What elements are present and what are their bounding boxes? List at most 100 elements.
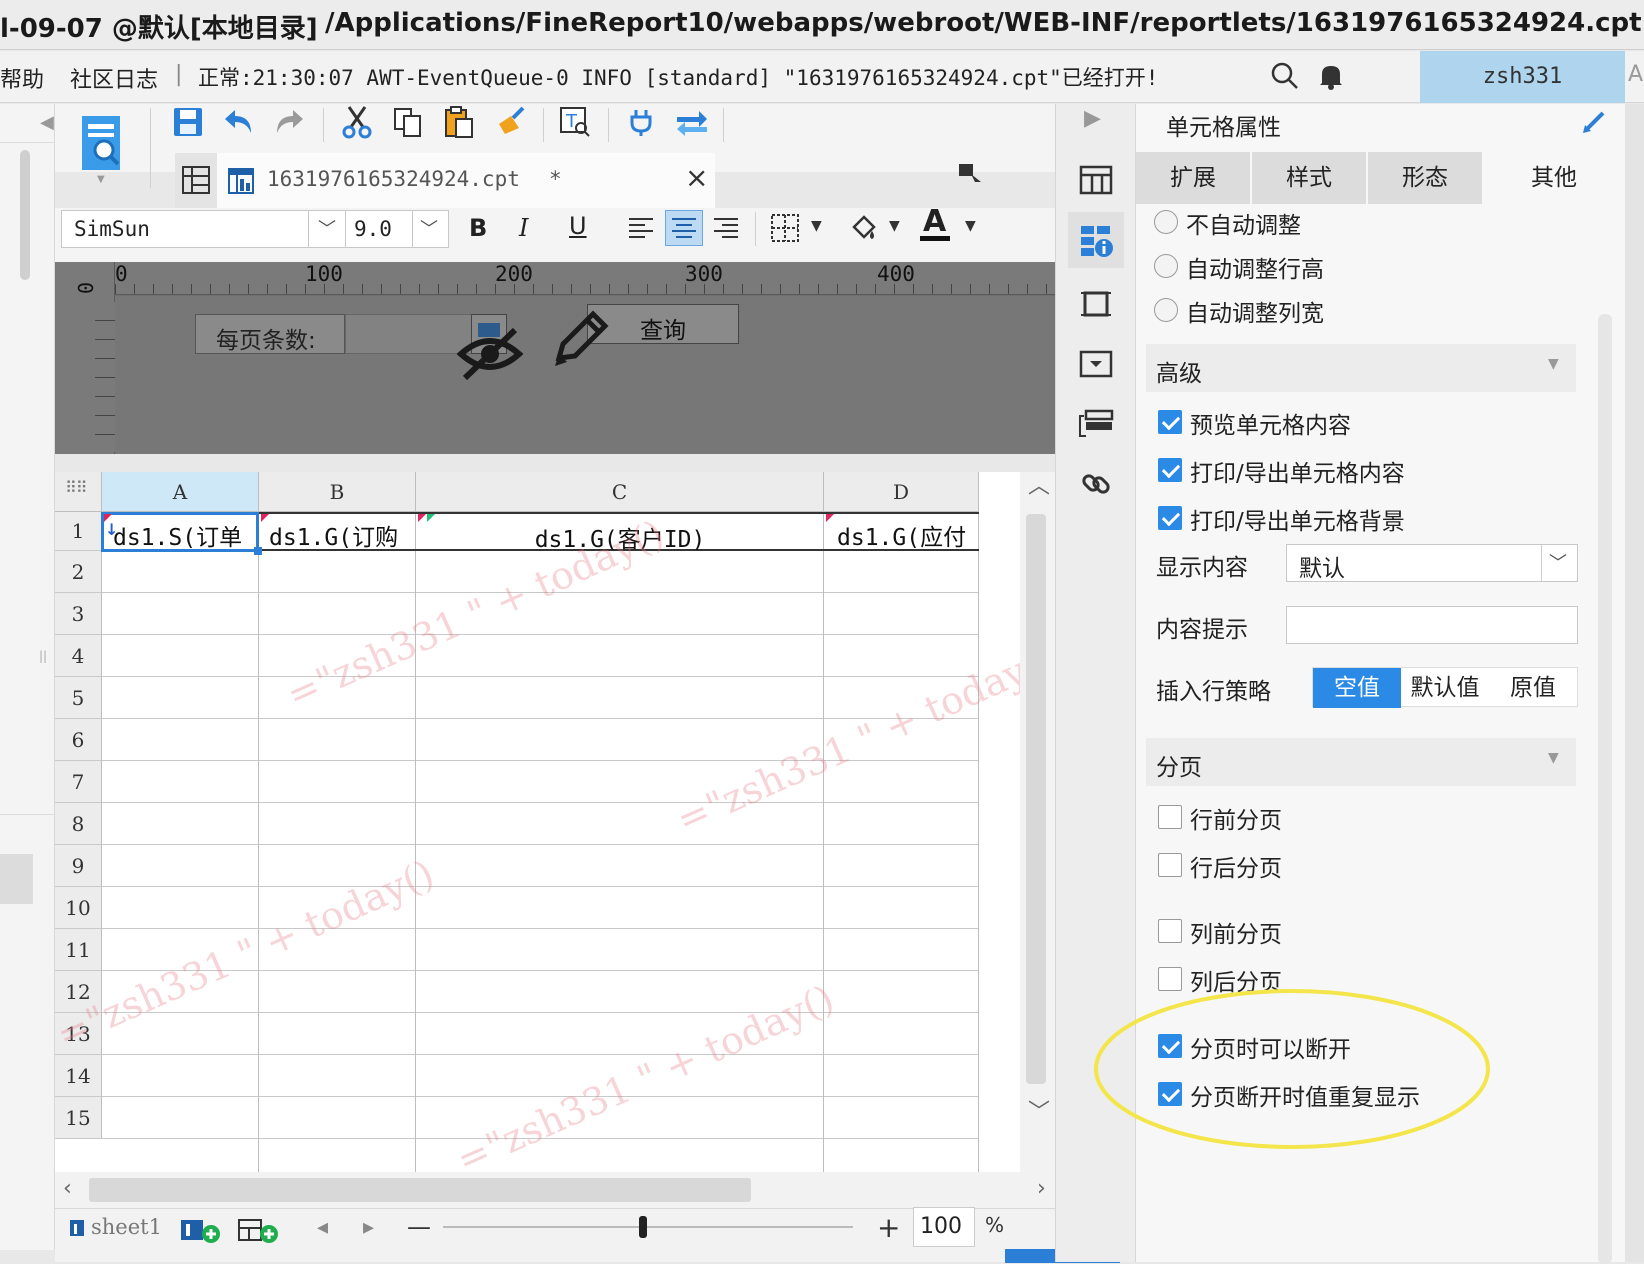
chevron-down-icon[interactable]: ▼ xyxy=(1548,750,1559,766)
switch-arrows-icon[interactable] xyxy=(672,104,712,140)
condition-attribute-icon[interactable] xyxy=(1074,402,1118,446)
row-header[interactable]: 10 xyxy=(55,887,102,929)
undo-icon[interactable] xyxy=(218,104,258,140)
horizontal-scroll-thumb[interactable] xyxy=(89,1178,751,1202)
tab-other[interactable]: 其他 xyxy=(1484,152,1626,204)
row-header[interactable]: 9 xyxy=(55,845,102,887)
font-family-select[interactable]: SimSun ﹀ xyxy=(61,210,361,248)
column-header-C[interactable]: C xyxy=(416,472,824,512)
close-tab-icon[interactable]: × xyxy=(685,161,708,194)
row-header[interactable]: 4 xyxy=(55,635,102,677)
checkbox-page-break-after-row[interactable] xyxy=(1158,853,1182,877)
chevron-down-icon[interactable]: ﹀ xyxy=(318,215,336,241)
pagination-section-header[interactable]: 分页 ▼ xyxy=(1146,738,1576,786)
zoom-slider-track[interactable] xyxy=(443,1226,853,1228)
redo-icon[interactable] xyxy=(270,104,310,140)
scroll-up-icon[interactable]: ︿ xyxy=(1028,468,1050,500)
radio-no-auto-adjust[interactable] xyxy=(1154,210,1178,234)
align-left-icon[interactable] xyxy=(623,210,659,246)
widget-icon[interactable] xyxy=(1074,342,1118,386)
align-right-icon[interactable] xyxy=(708,210,744,246)
spreadsheet-grid[interactable]: ⠿⠿ A B C D 1 2 3 4 5 6 7 8 9 10 11 12 13 14 15 ds1.S(订… xyxy=(55,472,1020,1172)
chevron-down-icon[interactable]: ▼ xyxy=(1548,356,1559,372)
align-center-icon[interactable] xyxy=(665,210,703,246)
save-icon[interactable] xyxy=(168,104,208,140)
preview-icon[interactable] xyxy=(77,110,127,180)
row-header[interactable]: 15 xyxy=(55,1097,102,1139)
column-header-B[interactable]: B xyxy=(259,472,416,512)
content-tooltip-input[interactable] xyxy=(1286,606,1578,644)
text-search-icon[interactable]: T xyxy=(555,104,595,140)
strategy-null-option[interactable]: 空值 xyxy=(1313,668,1401,708)
checkbox-print-export-background[interactable] xyxy=(1158,506,1182,530)
cell-D1[interactable]: ds1.G(应付 xyxy=(837,518,977,548)
row-header[interactable]: 6 xyxy=(55,719,102,761)
sheet-next-icon[interactable]: ▸ xyxy=(363,1215,374,1240)
preview-dropdown-icon[interactable]: ▼ xyxy=(97,174,105,185)
row-header[interactable]: 5 xyxy=(55,677,102,719)
row-header[interactable]: 2 xyxy=(55,551,102,593)
hyperlink-icon[interactable] xyxy=(1074,462,1118,506)
scroll-right-icon[interactable]: › xyxy=(1037,1176,1046,1201)
cell-element-icon[interactable] xyxy=(1074,158,1118,202)
zoom-value-input[interactable]: 100 xyxy=(913,1207,975,1247)
add-report-sheet-icon[interactable] xyxy=(179,1217,223,1245)
border-dropdown-icon[interactable]: ▼ xyxy=(811,218,822,234)
row-header[interactable]: 1 xyxy=(55,512,102,551)
radio-auto-row-height[interactable] xyxy=(1154,254,1178,278)
italic-button[interactable]: I xyxy=(519,214,528,242)
chevron-down-icon[interactable]: ﹀ xyxy=(1549,549,1567,575)
panel-scrollbar[interactable] xyxy=(1598,314,1612,1264)
row-header[interactable]: 14 xyxy=(55,1055,102,1097)
cell-B1[interactable]: ds1.G(订购 xyxy=(269,518,414,548)
underline-button[interactable]: U xyxy=(569,212,587,240)
tab-style[interactable]: 样式 xyxy=(1252,152,1368,204)
left-selected-item[interactable] xyxy=(0,854,33,904)
collapse-left-icon[interactable]: ◀ xyxy=(40,112,54,133)
left-scrollbar[interactable] xyxy=(20,150,30,280)
edit-pencil-icon[interactable] xyxy=(547,306,613,372)
tab-template-icon[interactable] xyxy=(175,153,217,209)
sheet-prev-icon[interactable]: ◂ xyxy=(317,1215,328,1240)
cut-icon[interactable] xyxy=(337,104,377,140)
vertical-scrollbar[interactable]: ︿ ﹀ xyxy=(1020,472,1055,1172)
zoom-in-button[interactable]: + xyxy=(877,1211,900,1244)
row-header[interactable]: 3 xyxy=(55,593,102,635)
font-color-dropdown-icon[interactable]: ▼ xyxy=(965,218,976,234)
file-tab[interactable]: 1631976165324924.cpt * × xyxy=(217,153,715,209)
scroll-down-icon[interactable]: ﹀ xyxy=(1028,1094,1050,1126)
bell-icon[interactable] xyxy=(1314,59,1348,93)
bold-button[interactable]: B xyxy=(469,214,487,242)
border-icon[interactable] xyxy=(767,210,803,246)
chevron-down-icon[interactable]: ﹀ xyxy=(420,215,438,241)
format-painter-icon[interactable] xyxy=(491,104,531,140)
copy-icon[interactable] xyxy=(388,104,428,140)
search-icon[interactable] xyxy=(1268,59,1302,93)
fill-handle[interactable] xyxy=(254,547,262,555)
cell-border-icon[interactable] xyxy=(1074,282,1118,326)
tab-form[interactable]: 形态 xyxy=(1368,152,1484,204)
scroll-left-icon[interactable]: ‹ xyxy=(63,1176,72,1201)
strategy-default-option[interactable]: 默认值 xyxy=(1401,668,1489,708)
user-account[interactable]: zsh331 xyxy=(1420,51,1625,103)
font-color-button[interactable]: A xyxy=(923,204,946,239)
zoom-slider-thumb[interactable] xyxy=(639,1216,647,1238)
font-size-select[interactable]: 9.0 ﹀ xyxy=(345,210,449,248)
menu-community-log[interactable]: 社区日志 xyxy=(70,62,158,94)
pin-corner-icon[interactable] xyxy=(953,156,987,190)
plugin-icon[interactable] xyxy=(621,104,661,140)
horizontal-scrollbar[interactable]: ‹ › xyxy=(55,1172,1055,1208)
row-header[interactable]: 7 xyxy=(55,761,102,803)
splitter-handle-icon[interactable]: || xyxy=(39,649,47,665)
strategy-original-option[interactable]: 原值 xyxy=(1489,668,1577,708)
add-dashboard-sheet-icon[interactable] xyxy=(237,1217,281,1245)
menu-help[interactable]: 帮助 xyxy=(0,62,44,94)
fill-bucket-icon[interactable] xyxy=(845,210,881,246)
advanced-section-header[interactable]: 高级 ▼ xyxy=(1146,344,1576,392)
per-page-label-box[interactable]: 每页条数: xyxy=(195,314,345,354)
checkbox-page-break-before-column[interactable] xyxy=(1158,919,1182,943)
row-header[interactable]: 11 xyxy=(55,929,102,971)
display-content-select[interactable]: 默认 ﹀ xyxy=(1286,544,1578,582)
fill-dropdown-icon[interactable]: ▼ xyxy=(889,218,900,234)
select-all-corner[interactable]: ⠿⠿ xyxy=(55,472,102,512)
